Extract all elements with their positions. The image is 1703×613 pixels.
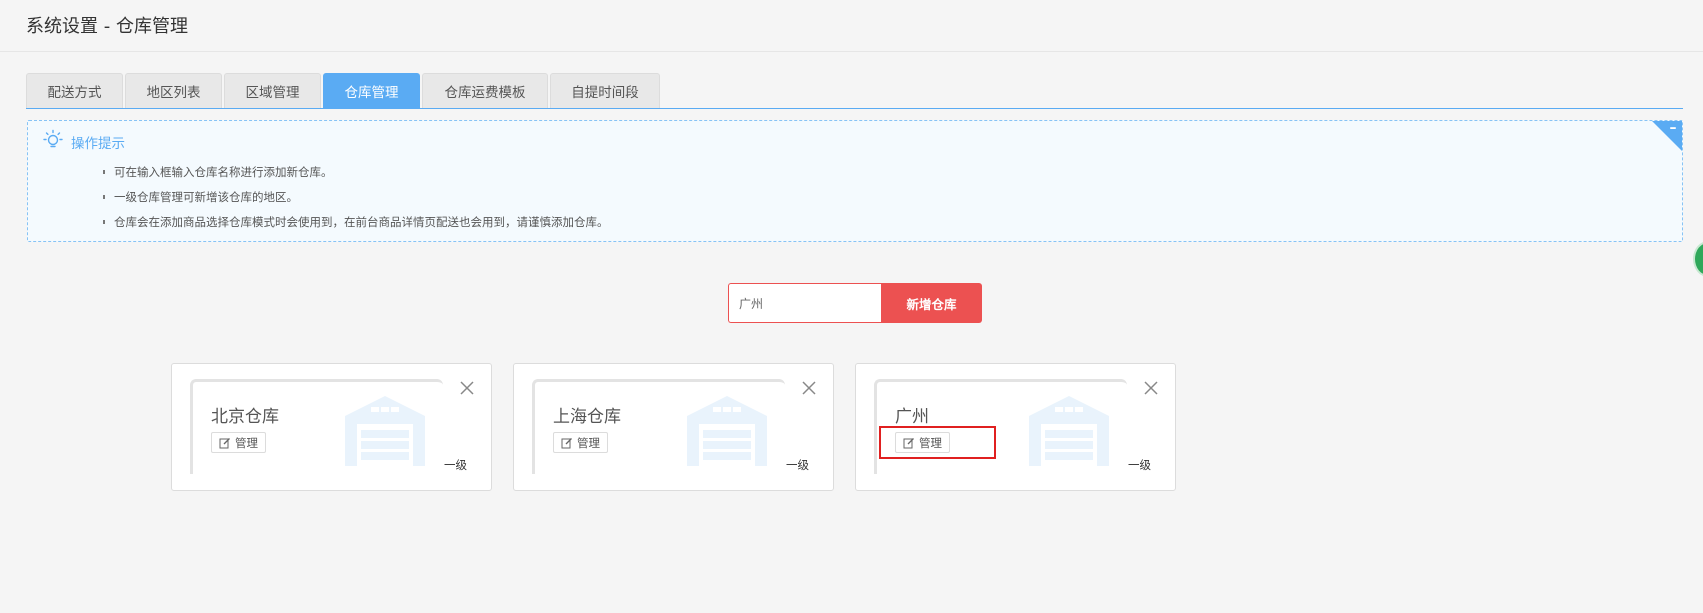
warehouse-level: 一级: [1128, 458, 1151, 472]
close-icon[interactable]: [459, 380, 475, 396]
tab-area-management[interactable]: 区域管理: [224, 73, 321, 108]
floating-side-button[interactable]: [1693, 241, 1703, 277]
tab-pickup-time-slot[interactable]: 自提时间段: [550, 73, 660, 108]
warehouse-level: 一级: [786, 458, 809, 472]
manage-label: 管理: [919, 435, 942, 450]
warehouse-name-input[interactable]: [728, 283, 881, 323]
tab-warehouse-management[interactable]: 仓库管理: [323, 73, 420, 108]
tips-title: 操作提示: [42, 129, 125, 155]
warehouse-card: 上海仓库 管理 一级: [513, 363, 834, 491]
tab-region-list[interactable]: 地区列表: [125, 73, 222, 108]
edit-icon: [561, 437, 572, 448]
warehouse-icon: [687, 396, 767, 466]
tips-list: 可在输入框输入仓库名称进行添加新仓库。 一级仓库管理可新增该仓库的地区。 仓库会…: [102, 163, 609, 238]
manage-button[interactable]: 管理: [211, 432, 266, 453]
collapse-icon[interactable]: –: [1666, 121, 1680, 135]
add-warehouse-button[interactable]: 新增仓库: [881, 283, 982, 323]
manage-label: 管理: [577, 435, 600, 450]
tab-warehouse-freight-template[interactable]: 仓库运费模板: [422, 73, 548, 108]
page-title: 系统设置 - 仓库管理: [26, 16, 188, 37]
manage-label: 管理: [235, 435, 258, 450]
warehouse-level: 一级: [444, 458, 467, 472]
warehouse-icon: [345, 396, 425, 466]
tab-delivery-method[interactable]: 配送方式: [26, 73, 123, 108]
tips-item: 一级仓库管理可新增该仓库的地区。: [102, 188, 609, 213]
add-warehouse-form: 新增仓库: [728, 283, 982, 323]
warehouse-icon: [1029, 396, 1109, 466]
tab-bar: 配送方式 地区列表 区域管理 仓库管理 仓库运费模板 自提时间段: [26, 73, 1683, 109]
warehouse-card: 北京仓库 管理 一级: [171, 363, 492, 491]
warehouse-name: 北京仓库: [211, 407, 279, 427]
manage-button[interactable]: 管理: [553, 432, 608, 453]
tips-item: 仓库会在添加商品选择仓库模式时会使用到，在前台商品详情页配送也会用到，请谨慎添加…: [102, 213, 609, 238]
close-icon[interactable]: [1143, 380, 1159, 396]
tips-item: 可在输入框输入仓库名称进行添加新仓库。: [102, 163, 609, 188]
close-icon[interactable]: [801, 380, 817, 396]
page-header: 系统设置 - 仓库管理: [0, 0, 1703, 52]
lightbulb-icon: [42, 129, 64, 155]
tips-title-label: 操作提示: [71, 136, 125, 152]
manage-button[interactable]: 管理: [895, 432, 950, 453]
edit-icon: [219, 437, 230, 448]
operation-tips-panel: – 操作提示 可在输入框输入仓库名称进行添加新仓库。 一级仓库管理可新增该仓库的…: [27, 120, 1683, 242]
warehouse-name: 上海仓库: [553, 407, 621, 427]
edit-icon: [903, 437, 914, 448]
warehouse-name: 广州: [895, 407, 929, 427]
warehouse-card: 广州 管理 一级: [855, 363, 1176, 491]
